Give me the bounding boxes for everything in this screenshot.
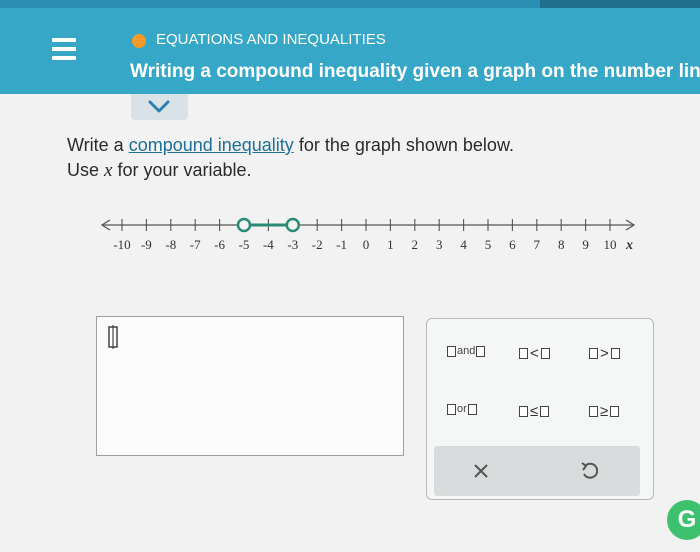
tick-label: 7 bbox=[534, 237, 541, 252]
tick-label: 3 bbox=[436, 237, 443, 252]
answer-input[interactable] bbox=[96, 316, 404, 456]
topic-status-icon bbox=[132, 34, 146, 48]
tick-label: -2 bbox=[312, 237, 323, 252]
keypad-action-bar bbox=[434, 446, 640, 496]
greater-equal-key[interactable]: ≥ bbox=[589, 403, 620, 420]
prompt-text: for your variable. bbox=[112, 160, 252, 180]
tick-label: 0 bbox=[363, 237, 370, 252]
x-icon[interactable] bbox=[473, 463, 489, 479]
tick-label: -9 bbox=[141, 237, 152, 252]
tick-label: -1 bbox=[336, 237, 347, 252]
topic-label: EQUATIONS AND INEQUALITIES bbox=[156, 31, 386, 48]
collapse-toggle[interactable] bbox=[131, 94, 188, 120]
and-key[interactable]: and bbox=[447, 345, 486, 357]
page: EQUATIONS AND INEQUALITIES Writing a com… bbox=[0, 0, 700, 552]
number-line-graph: -10 -9 -8 -7 -6 -5 -4 -3 -2 -1 0 1 2 3 4 5 6 7 8 9 10 x bbox=[100, 217, 636, 253]
tick-label: 8 bbox=[558, 237, 565, 252]
chevron-down-icon bbox=[148, 100, 170, 113]
greater-than-key[interactable]: > bbox=[589, 345, 620, 362]
tick-label: 2 bbox=[412, 237, 419, 252]
tick-label: -8 bbox=[165, 237, 176, 252]
problem-statement: Write a compound inequality for the grap… bbox=[67, 133, 514, 183]
compound-inequality-link[interactable]: compound inequality bbox=[129, 135, 294, 155]
tick-label: 10 bbox=[604, 237, 617, 252]
tick-label: -10 bbox=[113, 237, 130, 252]
tick-label: -7 bbox=[190, 237, 201, 252]
open-circle-point bbox=[236, 217, 252, 233]
open-circle-point bbox=[285, 217, 301, 233]
undo-icon[interactable] bbox=[580, 461, 598, 481]
tick-label: 5 bbox=[485, 237, 492, 252]
g-app-icon[interactable]: G bbox=[667, 500, 700, 540]
axis-label: x bbox=[625, 238, 633, 253]
tick-label: -3 bbox=[287, 237, 298, 252]
less-equal-key[interactable]: ≤ bbox=[519, 403, 550, 420]
tick-label: -6 bbox=[214, 237, 225, 252]
header-bar: EQUATIONS AND INEQUALITIES Writing a com… bbox=[0, 8, 700, 94]
prompt-text: Use bbox=[67, 160, 105, 180]
tick-label: -4 bbox=[263, 237, 274, 252]
less-than-key[interactable]: < bbox=[519, 345, 550, 362]
tick-label: 1 bbox=[387, 237, 394, 252]
menu-icon[interactable] bbox=[52, 38, 76, 60]
tick-label: 6 bbox=[509, 237, 516, 252]
page-title: Writing a compound inequality given a gr… bbox=[130, 61, 700, 82]
prompt-text: Write a bbox=[67, 135, 129, 155]
tick-label: 9 bbox=[582, 237, 589, 252]
tick-label: 4 bbox=[460, 237, 467, 252]
or-key[interactable]: or bbox=[447, 403, 477, 415]
tick-label: -5 bbox=[239, 237, 250, 252]
input-cursor-icon bbox=[108, 325, 118, 349]
prompt-text: for the graph shown below. bbox=[293, 135, 514, 155]
